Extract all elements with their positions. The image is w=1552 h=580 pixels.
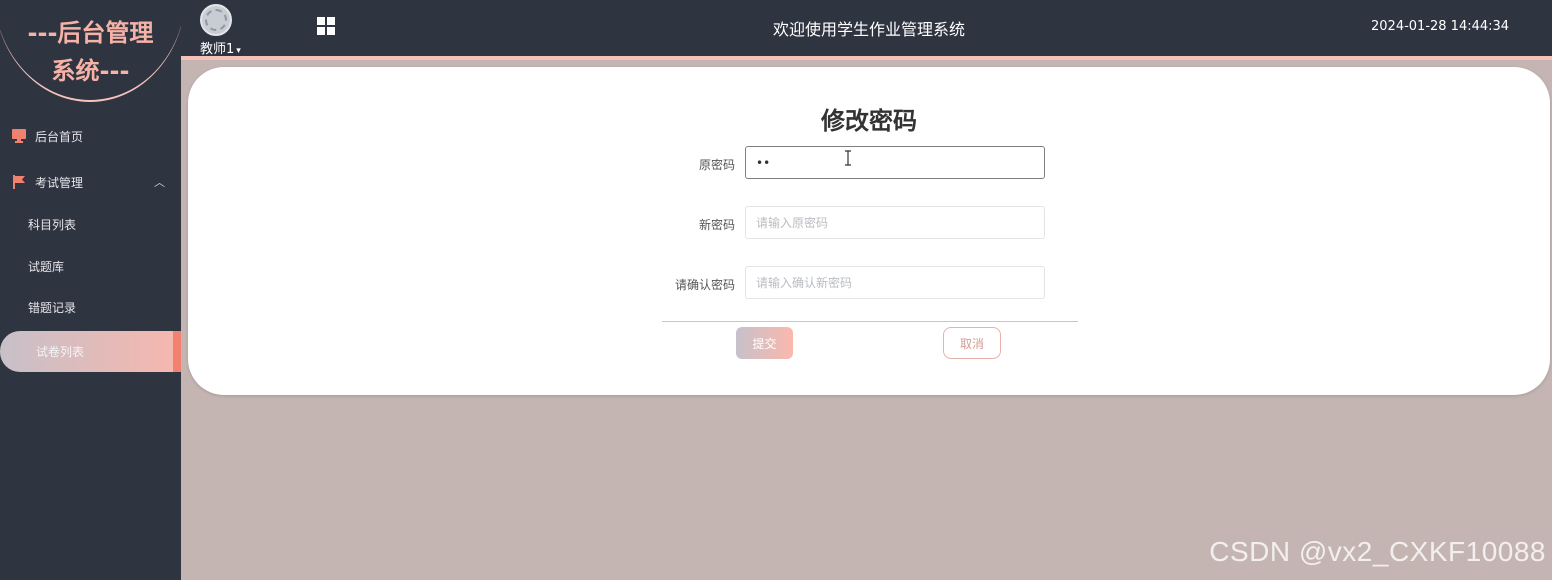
submit-button[interactable]: 提交 bbox=[736, 327, 793, 359]
logo-line-2: 系统--- bbox=[51, 57, 130, 85]
old-password-input[interactable] bbox=[745, 146, 1045, 179]
confirm-password-input[interactable] bbox=[745, 266, 1045, 299]
chevron-up-icon: ︿ bbox=[154, 176, 165, 189]
sidebar: ---后台管理 系统--- 后台首页 考试管理 ︿ 科目列表 试题库 错题记录 … bbox=[0, 0, 186, 580]
sidebar-item-label: 考试管理 bbox=[35, 175, 84, 190]
caret-down-icon: ▾ bbox=[236, 46, 241, 56]
confirm-password-label: 请确认密码 bbox=[674, 278, 735, 292]
sidebar-menu: 后台首页 考试管理 ︿ 科目列表 试题库 错题记录 试卷列表 bbox=[0, 114, 181, 372]
grid-menu-icon[interactable] bbox=[317, 17, 335, 35]
sidebar-item-label: 试题库 bbox=[28, 259, 65, 274]
monitor-icon bbox=[12, 129, 26, 143]
form-divider bbox=[662, 321, 1078, 322]
flag-icon bbox=[13, 175, 25, 189]
sidebar-item-home[interactable]: 后台首页 bbox=[0, 114, 181, 158]
header-clock: 2024-01-28 14:44:34 bbox=[1371, 19, 1510, 34]
sidebar-item-exam-management[interactable]: 考试管理 ︿ bbox=[0, 160, 181, 204]
avatar[interactable] bbox=[200, 4, 232, 36]
page-title: 修改密码 bbox=[821, 107, 917, 135]
sidebar-item-wrong-answers[interactable]: 错题记录 bbox=[0, 287, 181, 329]
sidebar-item-question-bank[interactable]: 试题库 bbox=[0, 246, 181, 288]
header-divider bbox=[181, 56, 1552, 60]
sidebar-item-label: 后台首页 bbox=[35, 129, 84, 144]
old-password-label: 原密码 bbox=[698, 158, 735, 172]
user-menu[interactable]: 教师1 ▾ bbox=[200, 38, 241, 57]
new-password-label: 新密码 bbox=[698, 218, 735, 232]
page-header-title: 欢迎使用学生作业管理系统 bbox=[772, 20, 965, 39]
sidebar-item-label: 错题记录 bbox=[28, 301, 77, 316]
new-password-input[interactable] bbox=[745, 206, 1045, 239]
change-password-card: 修改密码 原密码 新密码 请确认密码 提交 取消 bbox=[188, 67, 1550, 395]
top-header: 教师1 ▾ 欢迎使用学生作业管理系统 2024-01-28 14:44:34 bbox=[181, 0, 1552, 57]
sidebar-item-label: 科目列表 bbox=[28, 218, 77, 233]
sidebar-item-label: 试卷列表 bbox=[36, 344, 85, 359]
watermark: CSDN @vx2_CXKF10088 bbox=[1209, 536, 1546, 567]
avatar-image bbox=[205, 9, 227, 31]
logo-line-1: ---后台管理 bbox=[27, 19, 154, 47]
username: 教师1 bbox=[200, 42, 235, 57]
sidebar-item-subject-list[interactable]: 科目列表 bbox=[0, 204, 181, 246]
logo: ---后台管理 系统--- bbox=[0, 0, 186, 104]
logo-text: ---后台管理 系统--- bbox=[0, 14, 181, 90]
cancel-button[interactable]: 取消 bbox=[943, 327, 1001, 359]
text-cursor-icon bbox=[845, 150, 851, 166]
sidebar-item-paper-list[interactable]: 试卷列表 bbox=[0, 330, 181, 372]
